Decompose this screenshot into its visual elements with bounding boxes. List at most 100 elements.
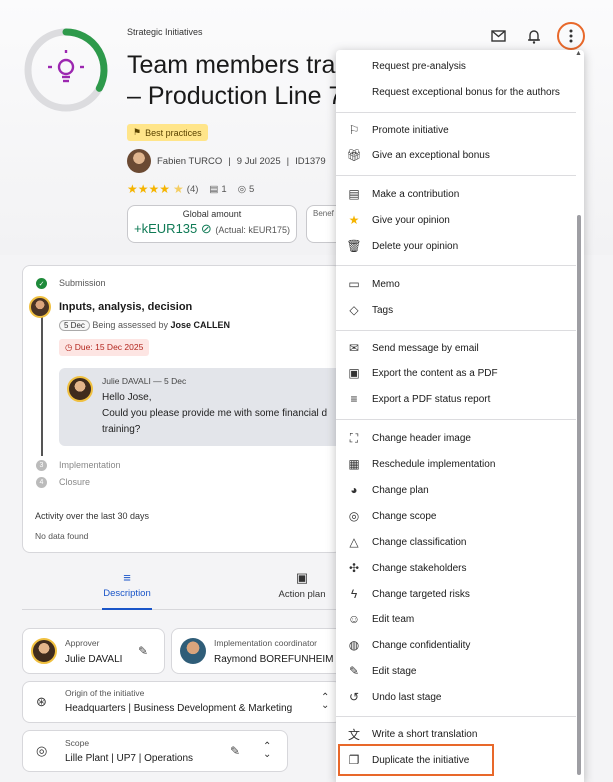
globe-lock-icon: ◍ [348, 638, 360, 652]
menu-request-preanalysis[interactable]: Request pre-analysis [336, 53, 576, 79]
menu-change-scope[interactable]: ◎ Change scope [336, 503, 576, 529]
commenter-avatar[interactable] [67, 376, 93, 402]
menu-promote[interactable]: ⚐ Promote initiative [336, 117, 576, 143]
origin-card: ⊛ Origin of the initiative Headquarters … [22, 681, 342, 723]
amount-value: +kEUR135 [134, 221, 198, 236]
menu-label: Edit team [372, 613, 415, 625]
origin-label: Origin of the initiative [65, 688, 145, 698]
author-line: Fabien TURCO | 9 Jul 2025 | ID1379 [127, 149, 326, 173]
menu-change-plan[interactable]: ◕ Change plan [336, 477, 576, 503]
assessed-by[interactable]: Jose CALLEN [170, 320, 230, 330]
progress-ring [24, 28, 108, 112]
menu-change-classification[interactable]: △ Change classification [336, 529, 576, 555]
flag-icon: ⚑ [133, 127, 142, 137]
tag-icon: ◇ [349, 303, 359, 317]
step-submission: Submission [59, 278, 106, 288]
image-frame-icon: ⛶ [349, 430, 359, 445]
report-icon: ≡ [350, 392, 358, 406]
global-amount-card[interactable]: Global amount +kEUR135 ⊘ (Actual: kEUR17… [127, 205, 297, 243]
more-options-menu: Request pre-analysis Request exceptional… [336, 50, 584, 782]
menu-change-risks[interactable]: ϟ Change targeted risks [336, 581, 576, 607]
list-icon: ≡ [123, 570, 131, 585]
rating-count[interactable]: (4) [187, 184, 199, 195]
chevron-updown-icon[interactable]: ⌃ ⌄ [263, 742, 271, 760]
workflow-timeline: ✓ Submission Inputs, analysis, decision … [22, 265, 343, 553]
amount-actual: (Actual: kEUR175) [215, 225, 290, 235]
menu-change-confidentiality[interactable]: ◍ Change confidentiality [336, 632, 576, 658]
menu-memo[interactable]: ▭ Memo [336, 271, 576, 297]
menu-divider [336, 330, 576, 331]
menu-label: Change confidentiality [372, 639, 471, 651]
menu-tags[interactable]: ◇ Tags [336, 297, 576, 323]
tab-action-plan-label: Action plan [278, 589, 326, 600]
best-practices-badge[interactable]: ⚑ Best practices [127, 124, 208, 141]
header-actions [487, 22, 585, 50]
comment-author: Julie DAVALI — 5 Dec [102, 376, 187, 386]
menu-request-bonus[interactable]: Request exceptional bonus for the author… [336, 79, 576, 105]
trash-icon: 🗑︎ [346, 239, 362, 253]
menu-delete-opinion[interactable]: 🗑︎ Delete your opinion [336, 233, 576, 259]
title-line-2: – Production Line 7 [127, 82, 343, 110]
bolt-circle-icon: ϟ [350, 587, 358, 601]
global-amount-value: +kEUR135 ⊘ (Actual: kEUR175) [128, 221, 296, 237]
benefit-label: Benef [313, 209, 334, 218]
menu-give-opinion[interactable]: ★ Give your opinion [336, 207, 576, 233]
progress-arc [62, 28, 108, 92]
menu-give-bonus[interactable]: 🎁︎ Give an exceptional bonus [336, 142, 576, 168]
scope-value: Lille Plant | UP7 | Operations [65, 753, 194, 764]
menu-label: Give an exceptional bonus [372, 149, 490, 161]
menu-reschedule[interactable]: ▦ Reschedule implementation [336, 451, 576, 477]
document-icon: ▤ [348, 187, 360, 201]
menu-change-stakeholders[interactable]: ✣ Change stakeholders [336, 555, 576, 581]
menu-send-email[interactable]: ✉ Send message by email [336, 335, 576, 361]
menu-label: Make a contribution [372, 188, 460, 200]
menu-edit-stage[interactable]: ✎ Edit stage [336, 658, 576, 684]
menu-edit-team[interactable]: ☺ Edit team [336, 606, 576, 632]
author-avatar[interactable] [127, 149, 151, 173]
edit-pencil-icon[interactable]: ✎ [138, 644, 148, 658]
clock-icon: ◷ [65, 342, 73, 352]
edit-pencil-icon[interactable]: ✎ [230, 744, 240, 758]
step-4-number: 4 [36, 477, 47, 488]
menu-export-status[interactable]: ≡ Export a PDF status report [336, 386, 576, 412]
menu-label: Request exceptional bonus for the author… [372, 86, 560, 98]
chevron-updown-icon[interactable]: ⌃ ⌄ [321, 693, 329, 711]
due-date-badge: ◷ Due: 15 Dec 2025 [59, 339, 150, 356]
bell-icon[interactable] [523, 25, 545, 47]
tab-description[interactable]: ≡ Description [82, 570, 172, 599]
comment-text: Hello Jose, Could you please provide me … [102, 390, 342, 438]
assessor-avatar[interactable] [29, 296, 51, 318]
menu-label: Memo [372, 278, 400, 290]
tab-description-label: Description [103, 588, 151, 599]
activity-title: Activity over the last 30 days [35, 511, 150, 521]
coordinator-name: Raymond BOREFUNHEIM [214, 654, 334, 665]
no-data-text: No data found [35, 531, 89, 541]
origin-value: Headquarters | Business Development & Ma… [65, 703, 293, 714]
approver-avatar[interactable] [31, 638, 57, 664]
rating-row: ★★★★ ★ (4) ▤ 1 ◎ 5 [127, 182, 254, 196]
menu-label: Undo last stage [372, 691, 442, 703]
scroll-up-arrow[interactable]: ▲ [575, 50, 582, 57]
palette-icon: ◕ [350, 483, 358, 497]
menu-label: Change classification [372, 536, 467, 548]
menu-label: Change stakeholders [372, 562, 467, 574]
menu-divider [336, 175, 576, 176]
more-options-button[interactable] [557, 22, 585, 50]
menu-undo-stage[interactable]: ↺ Undo last stage [336, 684, 576, 710]
menu-export-pdf[interactable]: ▣ Export the content as a PDF [336, 360, 576, 386]
gift-icon: 🎁︎ [346, 148, 362, 162]
menu-change-header[interactable]: ⛶ Change header image [336, 425, 576, 451]
menu-scrollbar[interactable] [577, 215, 581, 775]
mail-icon[interactable] [487, 25, 509, 47]
tab-action-plan[interactable]: ▣ Action plan [257, 570, 347, 600]
comment-count: 1 [221, 183, 227, 195]
author-name[interactable]: Fabien TURCO [157, 156, 222, 167]
menu-contribution[interactable]: ▤ Make a contribution [336, 181, 576, 207]
menu-label: Export the content as a PDF [372, 367, 498, 379]
coordinator-avatar[interactable] [180, 638, 206, 664]
page-title: Team members trair – Production Line 7 [127, 50, 367, 112]
menu-label: Tags [372, 304, 394, 316]
timeline-line [41, 316, 43, 456]
creation-date: 9 Jul 2025 [236, 155, 281, 167]
step-closure: Closure [59, 477, 91, 487]
